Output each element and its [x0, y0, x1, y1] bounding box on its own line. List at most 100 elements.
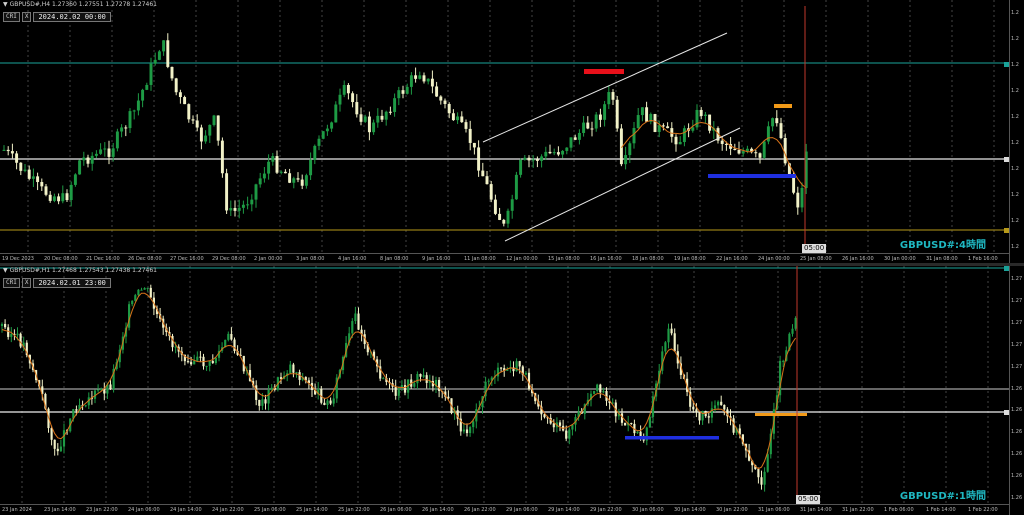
h1-cri-button[interactable]: CRI — [3, 278, 20, 288]
price-tick-label: 1.26 — [1011, 407, 1023, 414]
candle-body — [292, 364, 295, 373]
candle-body — [153, 59, 157, 64]
candle-body — [439, 96, 443, 101]
h1-datetime-field[interactable]: 2024.02.01 23:00 — [33, 278, 111, 288]
candle-body — [800, 187, 804, 208]
h1-candlestick-chart[interactable] — [0, 266, 1010, 505]
candle-body — [357, 313, 360, 330]
candle-body — [682, 128, 686, 143]
candle-body — [527, 157, 531, 161]
time-tick-label: 18 Jan 08:00 — [632, 256, 664, 262]
candle-body — [359, 114, 363, 122]
price-tick-label: 1.2 — [1011, 10, 1019, 16]
candle-body — [262, 173, 266, 179]
h4-close-button[interactable]: X — [21, 12, 32, 22]
time-tick-label: 1 Feb 16:00 — [968, 256, 998, 262]
time-tick-label: 26 Jan 06:00 — [380, 507, 412, 513]
candle-body — [109, 384, 112, 390]
price-tick-label: 1.27 — [1011, 319, 1023, 326]
h4-candlestick-chart[interactable] — [0, 0, 1010, 254]
candle-body — [766, 454, 769, 472]
candle-body — [519, 159, 523, 175]
time-tick-label: 29 Jan 14:00 — [548, 507, 580, 513]
candle-body — [782, 360, 785, 362]
orange-zone-marker — [774, 104, 792, 108]
candle-body — [170, 66, 174, 79]
time-tick-label: 24 Jan 06:00 — [128, 507, 160, 513]
candle-body — [351, 93, 355, 103]
price-tick-label: 1.2 — [1011, 166, 1019, 172]
price-tick-label: 1.2 — [1011, 244, 1019, 250]
h1-time-axis[interactable]: 23 Jan 2024 23 Jan 14:00 23 Jan 22:00 24 Ja… — [0, 504, 1010, 515]
candle-body — [338, 94, 342, 105]
candle-body — [695, 409, 698, 413]
candle-body — [413, 383, 416, 387]
price-tick-label: 1.26 — [1011, 473, 1023, 480]
collapse-triangle-icon[interactable]: ▼ — [3, 267, 8, 274]
candle-body — [124, 127, 128, 129]
h1-price-axis[interactable]: 1.27 1.27 1.27 1.27 1.27 1.26 1.26 1.26 1.26 1.26… — [1009, 266, 1024, 515]
candle-body — [607, 92, 611, 105]
candle-body — [313, 145, 317, 160]
candle-body — [639, 431, 642, 437]
price-tick-label: 1.2 — [1011, 36, 1019, 42]
candle-body — [498, 213, 502, 220]
candle-body — [577, 132, 581, 140]
candle-body — [10, 333, 13, 337]
candle-body — [346, 85, 350, 94]
candle-body — [230, 333, 233, 340]
candle-body — [771, 118, 775, 127]
candle-body — [27, 169, 31, 179]
candle-body — [775, 118, 779, 124]
candle-body — [107, 148, 111, 157]
candle-body — [603, 104, 607, 120]
h1-chart-pane[interactable]: ▼ GBPUSD#,H1 1.27468 1.27543 1.27438 1.27… — [0, 266, 1024, 515]
candle-body — [216, 115, 220, 141]
h4-cri-button[interactable]: CRI — [3, 12, 20, 22]
h1-time-label: 05:00 — [796, 495, 821, 504]
h1-close-button[interactable]: X — [21, 278, 32, 288]
candle-body — [745, 148, 749, 152]
candle-body — [628, 143, 632, 156]
h4-chart-pane[interactable]: ▼ GBPUSD#,H4 1.27360 1.27551 1.27278 1.27… — [0, 0, 1024, 264]
candle-body — [241, 204, 245, 208]
candle-body — [56, 448, 59, 452]
h4-price-axis[interactable]: 1.2 1.2 1.2 1.2 1.2 1.2 1.2 1.2 1.2 1.2 — [1009, 0, 1024, 264]
candle-body — [500, 367, 503, 369]
candle-body — [741, 151, 745, 154]
time-tick-label: 25 Jan 14:00 — [296, 507, 328, 513]
candle-body — [766, 126, 770, 142]
candle-body — [568, 429, 571, 439]
candle-body — [10, 151, 14, 154]
candle-body — [796, 192, 800, 208]
candle-body — [723, 404, 726, 410]
time-tick-label: 2 Jan 00:00 — [254, 256, 283, 262]
candle-body — [330, 122, 334, 129]
candle-body — [435, 86, 439, 97]
candle-body — [468, 128, 472, 143]
collapse-triangle-icon[interactable]: ▼ — [3, 1, 8, 8]
candle-body — [270, 387, 273, 390]
candle-body — [409, 75, 413, 87]
candle-body — [535, 159, 539, 161]
candle-body — [540, 156, 544, 161]
price-tick-label: 1.26 — [1011, 385, 1023, 392]
candle-body — [506, 210, 510, 224]
candle-body — [304, 175, 308, 186]
candle-body — [636, 115, 640, 129]
candle-body — [61, 193, 65, 202]
candle-body — [552, 152, 556, 154]
candle-body — [332, 398, 335, 404]
h4-datetime-box: CRI X 2024.02.02 00:00 — [3, 12, 111, 22]
candle-body — [4, 323, 7, 328]
candle-body — [271, 156, 275, 162]
candle-body — [134, 295, 137, 301]
time-tick-label: 12 Jan 00:00 — [506, 256, 538, 262]
h4-datetime-field[interactable]: 2024.02.02 00:00 — [33, 12, 111, 22]
candle-body — [44, 186, 48, 195]
candle-body — [275, 156, 279, 173]
time-tick-label: 31 Jan 08:00 — [926, 256, 958, 262]
candle-body — [779, 123, 783, 139]
h4-watermark: GBPUSD#:4時間 — [899, 240, 986, 251]
time-tick-label: 31 Jan 06:00 — [758, 507, 790, 513]
